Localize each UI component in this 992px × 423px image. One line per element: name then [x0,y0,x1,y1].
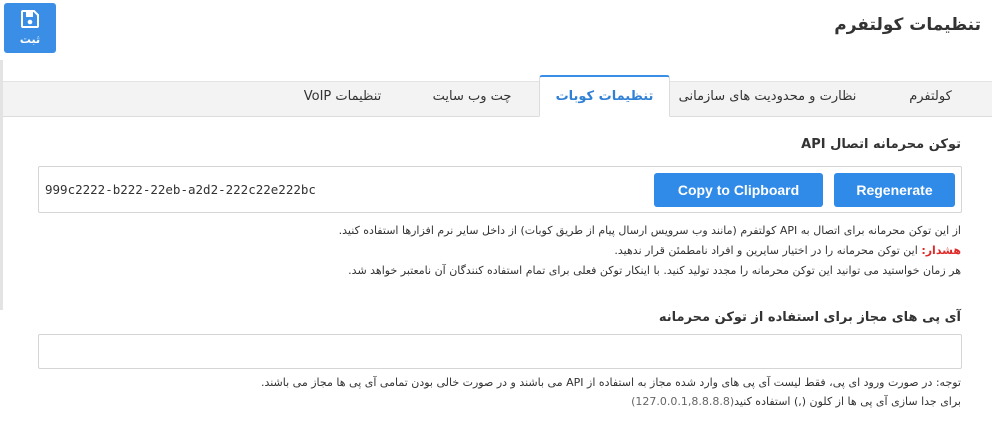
allowed-ips-example: (127.0.0.1,8.8.8.8) [631,395,735,408]
save-button[interactable]: ثبت [4,3,56,53]
floppy-disk-icon [21,10,39,28]
api-token-label: توکن محرمانه اتصال API [801,137,961,152]
page-title: تنظیمات کولتفرم [834,15,981,35]
api-token-value[interactable]: 999c2222-b222-22eb-a2d2-222c22e222bc [45,182,316,197]
regenerate-button[interactable]: Regenerate [834,173,955,207]
allowed-ips-input[interactable] [38,334,962,369]
api-token-regenerate-note: هر زمان خواستید می توانید این توکن محرما… [348,264,961,277]
save-button-label: ثبت [19,33,41,46]
tab-voip-settings[interactable]: تنظیمات VoIP [280,75,405,117]
warning-text: این توکن محرمانه را در اختیار سایرین و ا… [614,244,922,257]
allowed-ips-separator-note: برای جدا سازی آی پی ها از کلون (,) استفا… [631,395,961,408]
warning-label: هشدار: [921,244,961,257]
tab-coltform[interactable]: کولتفرم [869,75,992,117]
allowed-ips-note: توجه: در صورت ورود ای پی، فقط لیست آی پی… [260,376,961,389]
tab-website-chat[interactable]: چت وب سایت [405,75,539,117]
api-token-warning: هشدار: این توکن محرمانه را در اختیار سای… [614,244,961,257]
allowed-ips-separator-text: برای جدا سازی آی پی ها از کلون (,) استفا… [734,395,961,408]
tab-cobot-settings[interactable]: تنظیمات کوبات [539,75,670,117]
allowed-ips-label: آی پی های مجاز برای استفاده از توکن محرم… [658,310,961,325]
tab-organization-limits[interactable]: نظارت و محدودیت های سازمانی [670,75,865,117]
copy-to-clipboard-button[interactable]: Copy to Clipboard [654,173,823,207]
api-token-field: 999c2222-b222-22eb-a2d2-222c22e222bc Cop… [38,166,962,213]
api-token-help: از این توکن محرمانه برای اتصال به API کو… [338,224,961,237]
